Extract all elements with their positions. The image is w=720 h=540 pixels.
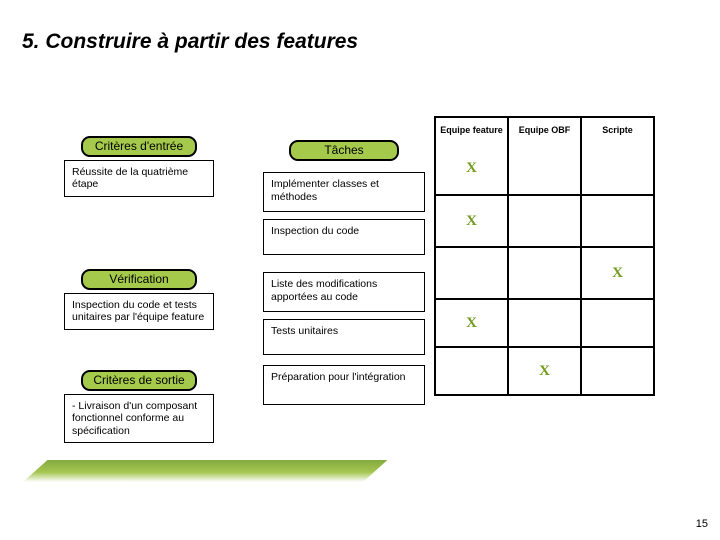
- criteres-entree-box: Réussite de la quatrième étape: [64, 160, 214, 197]
- task-box-0: Implémenter classes et méthodes: [263, 172, 425, 212]
- decorative-underline: [23, 460, 387, 482]
- task-box-4: Préparation pour l'intégration: [263, 365, 425, 405]
- matrix-cell-3-2: [582, 298, 655, 346]
- criteres-sortie-box: - Livraison d'un composant fonctionnel c…: [64, 394, 214, 444]
- matrix-cell-0-1: [509, 142, 582, 194]
- matrix-cell-0-2: [582, 142, 655, 194]
- task-box-3: Tests unitaires: [263, 319, 425, 355]
- responsibility-matrix: Equipe feature Equipe OBF Scripte X X X …: [434, 116, 655, 396]
- matrix-cell-2-0: [436, 246, 509, 298]
- matrix-cell-4-1: X: [509, 346, 582, 394]
- task-box-1: Inspection du code: [263, 219, 425, 255]
- verification-box: Inspection du code et tests unitaires pa…: [64, 293, 214, 330]
- matrix-cell-1-1: [509, 194, 582, 246]
- matrix-cell-3-0: X: [436, 298, 509, 346]
- page-number: 15: [696, 518, 708, 530]
- task-box-2: Liste des modifications apportées au cod…: [263, 272, 425, 312]
- criteres-entree-label: Critères d'entrée: [81, 136, 197, 157]
- matrix-cell-2-2: X: [582, 246, 655, 298]
- col-header-2: Scripte: [582, 118, 655, 142]
- tasks-label: Tâches: [289, 140, 399, 161]
- matrix-cell-4-2: [582, 346, 655, 394]
- matrix-cell-1-2: [582, 194, 655, 246]
- page-title: 5. Construire à partir des features: [22, 30, 358, 54]
- col-header-1: Equipe OBF: [509, 118, 582, 142]
- verification-label: Vérification: [81, 269, 197, 290]
- criteres-sortie-label: Critères de sortie: [81, 370, 197, 391]
- matrix-cell-4-0: [436, 346, 509, 394]
- matrix-cell-2-1: [509, 246, 582, 298]
- col-header-0: Equipe feature: [436, 118, 509, 142]
- matrix-cell-3-1: [509, 298, 582, 346]
- matrix-cell-1-0: X: [436, 194, 509, 246]
- matrix-cell-0-0: X: [436, 142, 509, 194]
